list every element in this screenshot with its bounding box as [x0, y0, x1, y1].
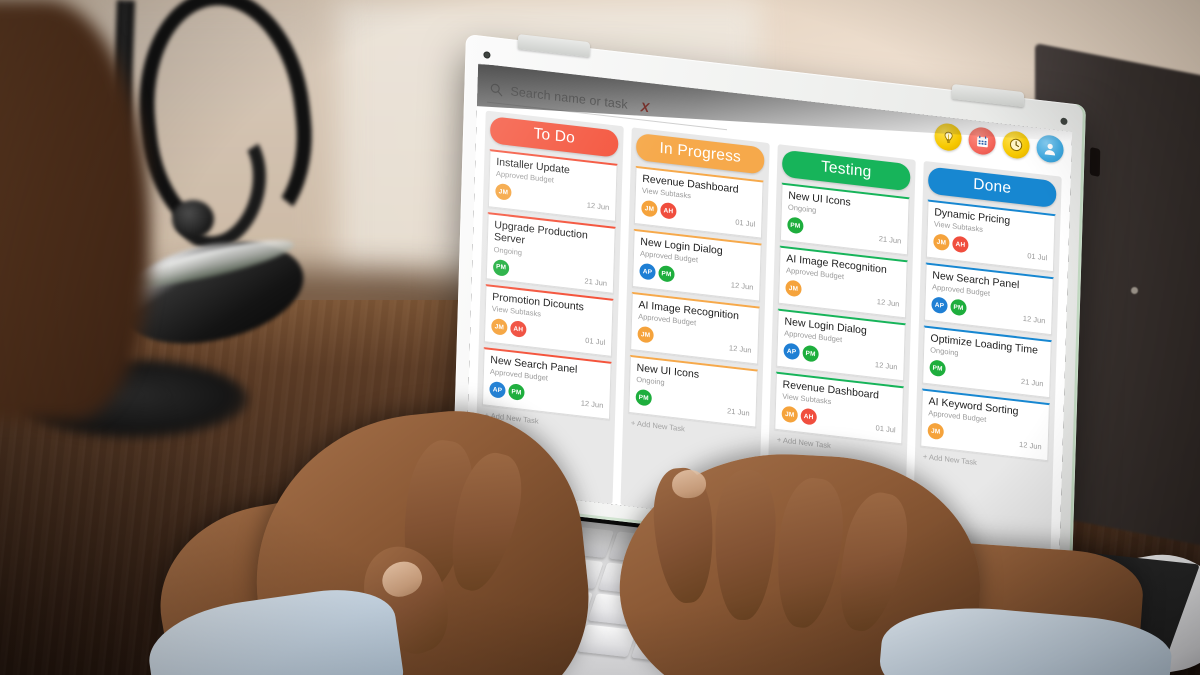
task-assignees: JM AH: [491, 318, 527, 339]
task-assignees: PM: [787, 216, 804, 235]
avatar[interactable]: AP: [931, 296, 948, 315]
avatar[interactable]: PM: [635, 389, 652, 407]
task-due-date: 12 Jun: [1018, 440, 1042, 452]
task-card[interactable]: New Search Panel Approved Budget AP PM 12 Ju…: [924, 262, 1054, 336]
search-input[interactable]: Search name or task: [510, 84, 628, 111]
task-card[interactable]: Dynamic Pricing View Subtasks JM AH 01 Jul: [925, 199, 1056, 273]
task-assignees: PM: [492, 258, 510, 277]
task-card[interactable]: New Login Dialog Approved Budget AP PM 12 Ju…: [776, 308, 906, 382]
user-avatar-icon: [1044, 143, 1056, 156]
column-cards: New UI Icons Ongoing PM 21 Jun AI Image Reco…: [774, 182, 910, 445]
task-card[interactable]: Installer Update Approved Budget JM 12 Jun: [487, 149, 618, 222]
calendar-button[interactable]: [968, 125, 996, 157]
sensor-dot-icon: [1060, 117, 1068, 126]
profile-button[interactable]: [1036, 133, 1064, 164]
column-cards: Dynamic Pricing View Subtasks JM AH 01 Jul Ne…: [920, 199, 1056, 462]
laptop-screw-dot: [1131, 287, 1138, 294]
task-assignees: AP PM: [931, 296, 967, 317]
avatar[interactable]: AH: [952, 235, 969, 254]
column-cards: Installer Update Approved Budget JM 12 Jun U…: [481, 149, 618, 420]
task-assignees: JM: [637, 326, 654, 344]
task-card[interactable]: Revenue Dashboard View Subtasks JM AH 01 Jul: [633, 165, 764, 239]
task-card[interactable]: AI Image Recognition Approved Budget JM 12 …: [630, 291, 760, 365]
task-due-date: 01 Jul: [875, 423, 896, 435]
clear-search-button[interactable]: X: [640, 99, 649, 115]
task-assignees: AP PM: [639, 263, 675, 284]
task-assignees: AP PM: [783, 342, 819, 363]
task-card[interactable]: New Login Dialog Approved Budget AP PM 12 Ju…: [632, 228, 762, 302]
task-due-date: 12 Jun: [586, 200, 610, 213]
task-due-date: 21 Jun: [878, 234, 902, 246]
avatar[interactable]: JM: [785, 279, 802, 298]
task-due-date: 12 Jun: [728, 343, 752, 356]
task-due-date: 21 Jun: [726, 406, 750, 419]
search-icon: [489, 82, 503, 98]
task-assignees: JM AH: [933, 233, 969, 254]
column-cards: Revenue Dashboard View Subtasks JM AH 01 Jul…: [628, 165, 764, 428]
task-due-date: 12 Jun: [874, 360, 898, 372]
avatar[interactable]: AP: [783, 342, 800, 361]
app-toolbar: [934, 122, 1064, 164]
task-assignees: JM: [785, 279, 802, 298]
avatar[interactable]: AP: [639, 263, 656, 281]
task-due-date: 12 Jun: [730, 280, 754, 293]
task-card[interactable]: Optimize Loading Time Ongoing PM 21 Jun: [922, 325, 1052, 399]
task-assignees: JM AH: [641, 200, 677, 221]
task-card[interactable]: AI Image Recognition Approved Budget JM 12 …: [778, 245, 908, 319]
task-assignees: JM AH: [781, 405, 817, 426]
avatar[interactable]: JM: [927, 422, 944, 441]
avatar[interactable]: AP: [489, 381, 506, 399]
avatar[interactable]: PM: [658, 265, 675, 284]
task-card[interactable]: Promotion Dicounts View Subtasks JM AH 01 Ju…: [483, 283, 614, 357]
avatar[interactable]: PM: [950, 298, 967, 317]
avatar[interactable]: JM: [781, 405, 798, 424]
webcam-icon: [483, 51, 491, 59]
avatar[interactable]: AH: [800, 408, 817, 426]
time-button[interactable]: [1002, 129, 1030, 160]
avatar[interactable]: PM: [492, 258, 510, 277]
task-due-date: 01 Jul: [585, 335, 606, 348]
avatar[interactable]: PM: [787, 216, 804, 235]
avatar[interactable]: JM: [641, 200, 658, 218]
task-assignees: PM: [929, 359, 946, 378]
task-assignees: PM: [635, 389, 652, 407]
avatar[interactable]: AH: [660, 202, 677, 221]
clock-icon: [1009, 138, 1023, 152]
task-due-date: 12 Jun: [580, 398, 604, 411]
calendar-icon: [976, 135, 988, 147]
task-card[interactable]: Upgrade Production Server Ongoing PM 21 Jun: [485, 212, 616, 294]
task-due-date: 01 Jul: [735, 217, 756, 230]
task-due-date: 01 Jul: [1027, 251, 1048, 263]
task-due-date: 21 Jun: [584, 276, 608, 288]
task-assignees: JM: [927, 422, 944, 441]
ideas-button[interactable]: [934, 122, 962, 153]
task-card[interactable]: New UI Icons Ongoing PM 21 Jun: [779, 182, 910, 256]
avatar[interactable]: JM: [933, 233, 950, 252]
task-due-date: 12 Jun: [876, 297, 900, 309]
avatar[interactable]: PM: [508, 383, 525, 402]
task-assignees: AP PM: [489, 381, 525, 402]
avatar[interactable]: PM: [929, 359, 946, 378]
avatar[interactable]: AH: [510, 320, 527, 339]
photo-scene: R Enter H Shift: [0, 0, 1200, 675]
avatar[interactable]: JM: [491, 318, 508, 336]
task-assignees: JM: [495, 183, 512, 202]
task-due-date: 21 Jun: [1020, 377, 1044, 389]
lightbulb-icon: [944, 131, 953, 143]
avatar[interactable]: JM: [495, 183, 512, 202]
laptop-port: [1089, 146, 1101, 178]
avatar[interactable]: PM: [802, 345, 819, 363]
avatar[interactable]: JM: [637, 326, 654, 344]
task-due-date: 12 Jun: [1022, 314, 1046, 326]
